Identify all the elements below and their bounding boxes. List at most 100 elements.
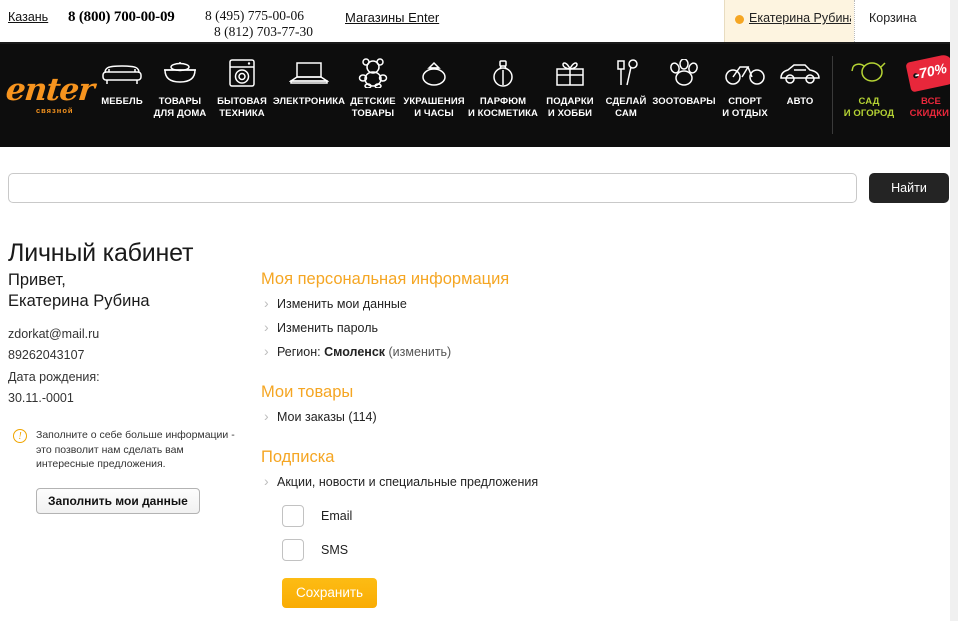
nav-label: БЫТОВАЯ ТЕХНИКА <box>217 96 267 119</box>
nav-divider <box>832 56 833 134</box>
user-account-block[interactable]: Екатерина Рубина <box>724 0 854 42</box>
laptop-icon <box>286 56 332 90</box>
checkbox-row-email: Email <box>282 505 881 527</box>
checkbox-row-sms: SMS <box>282 539 881 561</box>
fill-my-data-button[interactable]: Заполнить мои данные <box>36 487 200 514</box>
nav-label: ЭЛЕКТРОНИКА <box>272 96 346 107</box>
region-value: Смоленск <box>324 345 386 359</box>
nav-item-gifts[interactable]: ПОДАРКИ И ХОББИ <box>539 44 601 147</box>
link-promotions-news[interactable]: Акции, новости и специальные предложения <box>261 473 881 491</box>
sms-checkbox-label: SMS <box>321 543 349 557</box>
link-edit-my-data[interactable]: Изменить мои данные <box>261 295 881 313</box>
gift-icon <box>547 56 593 90</box>
nav-label: АВТО <box>786 96 814 107</box>
nav-label: УКРАШЕНИЯ И ЧАСЫ <box>403 96 465 119</box>
secondary-phone-1: 8 (495) 775-00-06 <box>205 8 304 23</box>
nav-item-garden[interactable]: САД И ОГОРОД <box>838 44 900 147</box>
paw-icon <box>661 56 707 90</box>
region-label: Регион: <box>277 345 321 359</box>
section-my-products: Мои товары Мои заказы (114) <box>261 383 881 426</box>
page-right-margin <box>950 0 958 621</box>
section-title-products: Мои товары <box>261 383 354 401</box>
user-name-link[interactable]: Екатерина Рубина <box>749 11 851 25</box>
sofa-icon <box>99 56 145 90</box>
site-logo[interactable]: enter связной <box>0 44 95 147</box>
sidebar-user-name: Екатерина Рубина <box>8 292 150 310</box>
secondary-phone-2: 8 (812) 703-77-30 <box>214 24 313 39</box>
city-selector-link[interactable]: Казань <box>8 10 48 24</box>
note-text: Заполните о себе больше информации - это… <box>36 429 235 470</box>
logo-subtitle: связной <box>36 106 74 115</box>
nav-item-kids[interactable]: ДЕТСКИЕ ТОВАРЫ <box>345 44 401 147</box>
nav-label: ПОДАРКИ И ХОББИ <box>546 96 594 119</box>
pot-icon <box>157 56 203 90</box>
top-header-bar: Казань 8 (800) 700-00-09 8 (495) 775-00-… <box>0 0 958 44</box>
greeting-text: Привет, <box>8 271 66 289</box>
nav-item-pets[interactable]: ЗООТОВАРЫ <box>651 44 717 147</box>
page-title: Личный кабинет <box>8 238 194 267</box>
account-main-content: Моя персональная информация Изменить мои… <box>261 270 881 621</box>
link-label[interactable]: Акции, новости и специальные предложения <box>277 475 538 489</box>
nav-label: ДЕТСКИЕ ТОВАРЫ <box>350 96 396 119</box>
section-title-subscription: Подписка <box>261 448 335 466</box>
link-label[interactable]: Изменить пароль <box>277 321 378 335</box>
email-checkbox[interactable] <box>282 505 304 527</box>
info-icon: ! <box>13 429 27 443</box>
nav-item-furniture[interactable]: МЕБЕЛЬ <box>95 44 149 147</box>
washer-icon <box>219 56 265 90</box>
nav-label: СПОРТ И ОТДЫХ <box>722 96 768 119</box>
nav-item-jewelry[interactable]: УКРАШЕНИЯ И ЧАСЫ <box>401 44 467 147</box>
primary-phone: 8 (800) 700-00-09 <box>68 9 175 25</box>
region-change-link[interactable]: (изменить) <box>389 345 452 359</box>
bicycle-icon <box>722 56 768 90</box>
dob-value: 30.11.-0001 <box>8 390 74 405</box>
nav-label: ПАРФЮМ И КОСМЕТИКА <box>467 96 539 119</box>
ring-icon <box>411 56 457 90</box>
greeting-block: Привет, Екатерина Рубина <box>8 270 243 312</box>
user-phone: 89262043107 <box>8 347 85 362</box>
tools-icon <box>603 56 649 90</box>
nav-item-auto[interactable]: АВТО <box>773 44 827 147</box>
discount-tag-icon: -70% <box>905 53 957 93</box>
logo-wordmark: enter <box>4 72 96 108</box>
save-button[interactable]: Сохранить <box>282 578 378 608</box>
section-subscription: Подписка Акции, новости и специальные пр… <box>261 448 881 608</box>
dob-label: Дата рождения: <box>8 370 100 384</box>
nav-item-home-goods[interactable]: ТОВАРЫ ДЛЯ ДОМА <box>149 44 211 147</box>
cart-label[interactable]: Корзина <box>869 11 917 25</box>
nav-item-appliances[interactable]: БЫТОВАЯ ТЕХНИКА <box>211 44 273 147</box>
nav-item-perfume[interactable]: ПАРФЮМ И КОСМЕТИКА <box>467 44 539 147</box>
nav-item-diy[interactable]: СДЕЛАЙ САМ <box>601 44 651 147</box>
user-meta: zdorkat@mail.ru 89262043107 Дата рождени… <box>8 325 243 408</box>
user-email: zdorkat@mail.ru <box>8 327 100 341</box>
link-my-orders[interactable]: Мои заказы (114) <box>261 408 881 426</box>
profile-completion-note: ! Заполните о себе больше информации - э… <box>8 428 243 472</box>
perfume-icon <box>480 56 526 90</box>
nav-label: ЗООТОВАРЫ <box>652 96 716 107</box>
account-sidebar: Привет, Екатерина Рубина zdorkat@mail.ru… <box>8 270 243 514</box>
sms-checkbox[interactable] <box>282 539 304 561</box>
watering-can-icon <box>846 56 892 90</box>
discount-badge: -70% <box>905 53 957 93</box>
page-root: Казань 8 (800) 700-00-09 8 (495) 775-00-… <box>0 0 958 621</box>
main-navigation-bar: enter связной МЕБЕЛЬ ТОВАРЫ ДЛЯ ДОМА БЫТ… <box>0 44 958 147</box>
nav-label: МЕБЕЛЬ <box>101 96 143 107</box>
section-personal-info: Моя персональная информация Изменить мои… <box>261 270 881 361</box>
nav-item-sport[interactable]: СПОРТ И ОТДЫХ <box>717 44 773 147</box>
user-status-dot-icon <box>735 15 744 24</box>
link-label[interactable]: Мои заказы (114) <box>277 410 377 424</box>
region-row[interactable]: Регион: Смоленск (изменить) <box>261 343 881 361</box>
shops-link[interactable]: Магазины Enter <box>345 10 439 25</box>
search-input[interactable] <box>8 173 857 203</box>
link-label[interactable]: Изменить мои данные <box>277 297 407 311</box>
nav-item-electronics[interactable]: ЭЛЕКТРОНИКА <box>273 44 345 147</box>
nav-items-list: МЕБЕЛЬ ТОВАРЫ ДЛЯ ДОМА БЫТОВАЯ ТЕХНИКА Э… <box>95 44 958 147</box>
nav-label: САД И ОГОРОД <box>843 96 895 119</box>
search-button[interactable]: Найти <box>869 173 949 203</box>
section-title-personal: Моя персональная информация <box>261 270 510 288</box>
link-change-password[interactable]: Изменить пароль <box>261 319 881 337</box>
nav-label: ТОВАРЫ ДЛЯ ДОМА <box>153 96 207 119</box>
nav-label: ВСЕ СКИДКИ! <box>909 96 953 119</box>
teddy-bear-icon <box>350 56 396 90</box>
cart-block[interactable]: Корзина <box>854 0 950 42</box>
